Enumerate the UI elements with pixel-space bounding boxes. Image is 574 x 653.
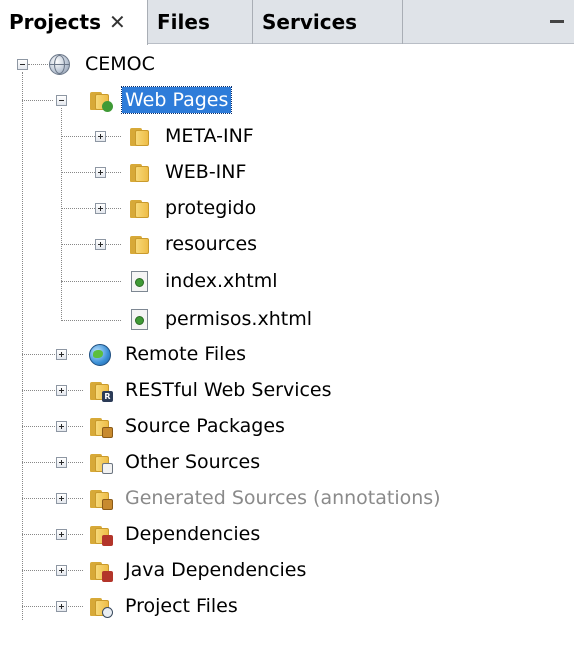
tree-node-restful-web-services[interactable]: R RESTful Web Services xyxy=(88,375,335,405)
tree-node-label: Java Dependencies xyxy=(125,559,307,581)
tree-node-remote-files[interactable]: Remote Files xyxy=(88,339,249,369)
folder-icon xyxy=(128,161,152,183)
tree-connector xyxy=(22,534,83,535)
tree-node-root[interactable]: CEMOC xyxy=(48,49,158,79)
expand-toggle[interactable] xyxy=(56,601,67,612)
other-sources-icon xyxy=(88,451,113,474)
tree-node-label: index.xhtml xyxy=(165,270,278,292)
remote-files-icon xyxy=(88,343,112,366)
tree-connector xyxy=(22,462,83,463)
tree-node-project-files[interactable]: Project Files xyxy=(88,591,241,621)
restful-folder-icon: R xyxy=(88,379,113,402)
folder-icon xyxy=(128,197,152,219)
tree-node-index-xhtml[interactable]: index.xhtml xyxy=(128,266,281,296)
tree-node-web-inf[interactable]: WEB-INF xyxy=(128,157,249,187)
tree-connector xyxy=(22,570,83,571)
project-globe-icon xyxy=(48,53,72,75)
xhtml-file-icon xyxy=(128,308,152,330)
tree-node-web-pages[interactable]: Web Pages xyxy=(88,85,233,115)
expand-toggle[interactable] xyxy=(95,203,106,214)
expand-toggle[interactable] xyxy=(56,457,67,468)
tab-projects[interactable]: Projects ✕ xyxy=(0,0,148,45)
tab-services[interactable]: Services xyxy=(253,0,403,44)
tree-connector xyxy=(22,498,83,499)
tree-node-other-sources[interactable]: Other Sources xyxy=(88,447,263,477)
project-files-icon xyxy=(88,595,113,618)
tab-projects-label: Projects xyxy=(9,10,102,34)
tree-connector xyxy=(61,172,121,173)
collapse-toggle[interactable] xyxy=(56,95,67,106)
tab-files-label: Files xyxy=(157,10,210,34)
tree-node-label: CEMOC xyxy=(85,53,155,75)
expand-toggle[interactable] xyxy=(56,493,67,504)
expand-toggle[interactable] xyxy=(56,565,67,576)
folder-icon xyxy=(128,125,152,147)
expand-toggle[interactable] xyxy=(56,349,67,360)
tab-services-label: Services xyxy=(262,10,358,34)
collapse-toggle[interactable] xyxy=(17,59,28,70)
xhtml-file-icon xyxy=(128,270,152,292)
tree-node-label: Web Pages xyxy=(120,86,233,114)
tree-node-label: Remote Files xyxy=(125,343,247,365)
tree-node-source-packages[interactable]: Source Packages xyxy=(88,411,288,441)
close-icon[interactable]: ✕ xyxy=(109,0,126,44)
tree-guide-line xyxy=(61,108,62,321)
tree-connector xyxy=(61,244,121,245)
tree-node-label: protegido xyxy=(165,197,257,219)
tab-bar: Projects ✕ Files Services xyxy=(0,0,574,45)
tree-node-label: permisos.xhtml xyxy=(165,308,312,330)
tree-node-label: WEB-INF xyxy=(165,161,247,183)
tree-connector xyxy=(22,100,53,101)
tree-connector xyxy=(61,320,121,321)
tree-node-label: Generated Sources (annotations) xyxy=(125,487,441,509)
tree-connector xyxy=(22,426,83,427)
java-dependencies-icon xyxy=(88,559,113,582)
tree-connector xyxy=(22,390,83,391)
tree-node-meta-inf[interactable]: META-INF xyxy=(128,121,257,151)
tree-node-label: Dependencies xyxy=(125,523,261,545)
web-pages-folder-icon xyxy=(88,89,113,112)
tree-guide-line xyxy=(22,72,23,620)
expand-toggle[interactable] xyxy=(95,167,106,178)
tree-node-label: Source Packages xyxy=(125,415,285,437)
tree-connector xyxy=(22,606,83,607)
tree-connector xyxy=(28,64,48,65)
minimize-icon[interactable] xyxy=(550,20,564,23)
tree-connector xyxy=(61,136,121,137)
folder-icon xyxy=(128,233,152,255)
tree-node-label: RESTful Web Services xyxy=(125,379,332,401)
expand-toggle[interactable] xyxy=(56,421,67,432)
expand-toggle[interactable] xyxy=(95,239,106,250)
expand-toggle[interactable] xyxy=(95,131,106,142)
expand-toggle[interactable] xyxy=(56,529,67,540)
tree-connector xyxy=(22,354,83,355)
tree-node-generated-sources[interactable]: Generated Sources (annotations) xyxy=(88,483,444,513)
tree-node-java-dependencies[interactable]: Java Dependencies xyxy=(88,555,309,585)
tree-node-protegido[interactable]: protegido xyxy=(128,193,259,223)
tree-node-label: Project Files xyxy=(125,595,238,617)
tree-node-label: resources xyxy=(165,233,258,255)
tree-connector xyxy=(61,208,121,209)
tree-node-permisos-xhtml[interactable]: permisos.xhtml xyxy=(128,304,315,334)
tree-node-dependencies[interactable]: Dependencies xyxy=(88,519,263,549)
dependencies-icon xyxy=(88,523,113,546)
tab-files[interactable]: Files xyxy=(148,0,253,44)
generated-sources-icon xyxy=(88,487,113,510)
tree-node-resources[interactable]: resources xyxy=(128,229,260,259)
tree-connector xyxy=(61,281,121,282)
expand-toggle[interactable] xyxy=(56,385,67,396)
project-tree: CEMOC Web Pages META-INF WEB-INF protegi… xyxy=(0,44,574,653)
source-packages-icon xyxy=(88,415,113,438)
tree-node-label: Other Sources xyxy=(125,451,261,473)
tree-node-label: META-INF xyxy=(165,125,254,147)
